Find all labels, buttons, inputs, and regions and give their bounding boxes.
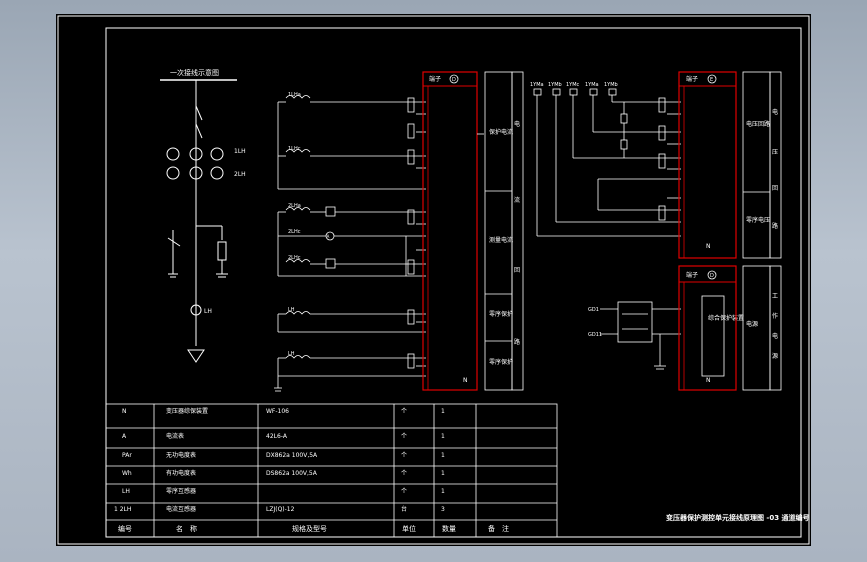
- side-label-bottom-4: 源: [772, 352, 778, 360]
- header-name: 名 称: [176, 524, 197, 533]
- row1-name: 电流表: [166, 432, 184, 440]
- side-label-right-1: 电: [772, 108, 778, 116]
- side-label-left-2: 流: [514, 196, 520, 204]
- side-label-right-2: 压: [772, 149, 778, 156]
- row5-model: LZJ(Q)-12: [266, 506, 295, 513]
- power-supply-circuit: [600, 295, 725, 377]
- drawing-viewport[interactable]: 一次接线示意图 1LH 2LH LH 1LHa 1LHc 2LHa 2LHc 2…: [56, 14, 811, 546]
- func-label-zero-seq-1: 零序保护: [489, 310, 513, 318]
- voltage-circuits: [533, 88, 681, 237]
- row3-model: DS862a 100V,5A: [266, 470, 318, 477]
- side-label-bottom-1: 工: [772, 293, 778, 300]
- row1-unit: 个: [401, 433, 407, 440]
- header-note: 备 注: [488, 524, 509, 533]
- header-model: 规格及型号: [292, 524, 327, 533]
- terminal-mark-right-bottom: D: [710, 273, 714, 279]
- wire-label-lh-b: LH: [288, 351, 295, 357]
- sld-label-ct2: 2LH: [234, 171, 246, 178]
- dc-label-minus: GD11: [588, 332, 602, 338]
- side-label-right-3: 回: [772, 185, 778, 192]
- sld-label-ct1: 1LH: [234, 148, 246, 155]
- side-label-left-4: 路: [514, 338, 520, 346]
- row0-name: 变压器综保装置: [166, 407, 208, 415]
- wire-label-2lhc-a: 2LHc: [288, 229, 301, 235]
- func-label-measure-current: 测量电流: [489, 236, 513, 244]
- row2-name: 无功电度表: [166, 451, 196, 459]
- ammeter-symbol: A: [327, 234, 330, 239]
- header-unit: 单位: [402, 524, 416, 533]
- row1-code: A: [122, 433, 127, 440]
- table-rows: N 变压器综保装置 WF-106 个 1 A 电流表 42L6-A 个 1 PA…: [114, 407, 509, 533]
- terminal-n-right-bottom: N: [706, 377, 711, 384]
- row1-qty: 1: [441, 433, 445, 440]
- wire-label-1lhc: 1LHc: [288, 146, 301, 152]
- func-label-zero-voltage: 零序电压: [746, 216, 770, 224]
- row5-code: 1 2LH: [114, 506, 131, 513]
- bus-label-4: 1YMa: [585, 82, 599, 88]
- row2-code: PAr: [122, 452, 132, 459]
- bottom-function-column: [742, 265, 782, 391]
- row1-model: 42L6-A: [266, 433, 288, 440]
- terminal-n-right-top: N: [706, 243, 711, 250]
- terminal-label-right-bottom: 端子: [686, 271, 698, 279]
- terminal-block-right-bottom[interactable]: N: [678, 265, 737, 391]
- row5-qty: 3: [441, 506, 445, 513]
- row4-qty: 1: [441, 488, 445, 495]
- header-code: 编号: [118, 524, 132, 533]
- side-label-bottom-2: 作: [772, 312, 778, 320]
- bus-label-5: 1YMb: [604, 82, 618, 88]
- terminal-mark-right-top: E: [710, 77, 713, 83]
- side-label-left-3: 回: [514, 267, 520, 274]
- row0-unit: 个: [401, 408, 407, 415]
- row4-code: LH: [122, 488, 130, 495]
- row3-name: 有功电度表: [166, 469, 196, 477]
- row2-unit: 个: [401, 452, 407, 459]
- row0-qty: 1: [441, 408, 445, 415]
- wire-label-1lha: 1LHa: [288, 92, 301, 98]
- dc-label-plus: GD1: [588, 307, 599, 313]
- func-label-protect-current: 保护电流: [489, 128, 513, 136]
- outer-frame: [57, 15, 810, 545]
- terminal-block-left[interactable]: N: [422, 71, 484, 391]
- wire-label-2lha: 2LHa: [288, 203, 301, 209]
- row3-code: Wh: [122, 470, 132, 477]
- current-circuits: [274, 95, 426, 392]
- side-label-right-4: 路: [772, 222, 778, 230]
- single-line-title: 一次接线示意图: [170, 68, 219, 77]
- right-function-column: [742, 71, 782, 259]
- row4-name: 零序互感器: [166, 487, 196, 495]
- schematic-canvas[interactable]: 一次接线示意图 1LH 2LH LH 1LHa 1LHc 2LHa 2LHc 2…: [56, 14, 811, 546]
- func-label-zero-seq-2: 零序保护: [489, 358, 513, 366]
- device-label: 综合保护装置: [708, 314, 744, 322]
- row0-code: N: [122, 408, 127, 415]
- side-label-bottom-3: 电: [772, 332, 778, 340]
- bus-label-2: 1YMb: [548, 82, 562, 88]
- sld-label-ct3: LH: [204, 308, 212, 315]
- wire-label-2lhc-b: 2LHc: [288, 255, 301, 261]
- row0-model: WF-106: [266, 408, 289, 415]
- side-label-left-1: 电: [514, 120, 520, 128]
- terminal-label-left: 端子: [429, 75, 441, 83]
- row3-unit: 个: [401, 470, 407, 477]
- terminal-label-right-top: 端子: [686, 75, 698, 83]
- terminal-block-right-top[interactable]: N: [678, 71, 737, 259]
- bus-label-3: 1YMc: [566, 82, 580, 88]
- row5-name: 电流互感器: [166, 505, 196, 513]
- drawing-title: 变压器保护测控单元接线原理图 -03 通道编号 说明: [666, 513, 811, 522]
- row4-unit: 个: [401, 488, 407, 495]
- func-label-power: 电源: [746, 320, 758, 328]
- terminal-mark-left: D: [452, 77, 456, 83]
- row5-unit: 台: [401, 505, 407, 513]
- wire-label-lh-a: LH: [288, 307, 295, 313]
- func-label-voltage: 电压回路: [746, 120, 770, 128]
- single-line-diagram: 一次接线示意图: [160, 68, 237, 363]
- row2-qty: 1: [441, 452, 445, 459]
- row3-qty: 1: [441, 470, 445, 477]
- row2-model: DX862a 100V,5A: [266, 452, 318, 459]
- terminal-n-left: N: [463, 377, 468, 384]
- header-qty: 数量: [442, 524, 456, 533]
- bus-label-1: 1YMa: [530, 82, 544, 88]
